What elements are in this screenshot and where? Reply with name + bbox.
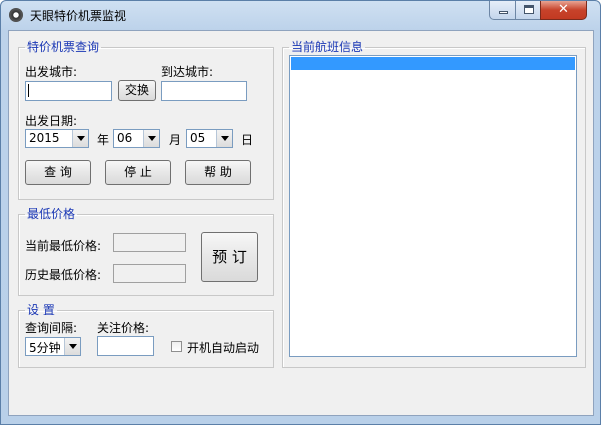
chevron-down-icon[interactable] [143,130,159,147]
minimize-button[interactable] [489,1,516,20]
close-button[interactable]: ✕ [540,1,587,20]
swap-button[interactable]: 交换 [118,80,156,101]
day-unit: 日 [241,133,254,147]
year-value: 2015 [29,131,60,145]
close-icon: ✕ [558,2,569,17]
month-select[interactable]: 06 [113,129,160,148]
client-area: 特价机票查询 出发城市: 到达城市: 交换 出发日期: 2015 年 06 月 … [8,30,594,416]
maximize-button[interactable] [515,1,541,20]
interval-label: 查询间隔: [25,321,78,335]
interval-value: 5分钟 [29,341,61,355]
title-bar[interactable]: 天眼特价机票监视 ✕ [1,1,600,29]
query-button[interactable]: 查 询 [25,160,91,185]
watch-price-input[interactable] [97,336,154,356]
chevron-down-icon[interactable] [64,338,80,355]
autostart-label[interactable]: 开机自动启动 [187,339,259,356]
depart-city-label: 出发城市: [25,65,78,79]
eye-icon [9,8,23,22]
autostart-checkbox[interactable] [171,341,182,352]
history-lowest-field [113,264,186,283]
date-label: 出发日期: [25,114,78,128]
year-select[interactable]: 2015 [25,129,89,148]
depart-city-input[interactable] [25,81,112,101]
stop-button[interactable]: 停 止 [105,160,171,185]
main-window: 天眼特价机票监视 ✕ 特价机票查询 出发城市: 到达城市: 交换 出发日期: 2… [0,0,601,425]
settings-group-title: 设 置 [27,303,55,317]
year-unit: 年 [97,133,110,147]
maximize-icon [524,5,534,14]
window-title: 天眼特价机票监视 [30,9,127,23]
month-unit: 月 [169,133,182,147]
minimize-icon [499,11,508,14]
flight-info-group-title: 当前航班信息 [291,40,364,54]
book-button[interactable]: 预 订 [201,232,258,282]
lowest-price-group-title: 最低价格 [27,207,76,221]
text-caret [28,84,29,97]
history-lowest-label: 历史最低价格: [25,268,102,282]
day-value: 05 [190,131,206,145]
flight-list[interactable] [289,55,577,357]
help-button[interactable]: 帮 助 [185,160,251,185]
selected-list-row[interactable] [291,57,575,70]
arrive-city-input[interactable] [161,81,247,101]
interval-select[interactable]: 5分钟 [25,337,81,356]
query-group-title: 特价机票查询 [27,40,100,54]
chevron-down-icon[interactable] [216,130,232,147]
arrive-city-label: 到达城市: [161,65,214,79]
month-value: 06 [117,131,133,145]
current-lowest-label: 当前最低价格: [25,239,102,253]
chevron-down-icon[interactable] [72,130,88,147]
day-select[interactable]: 05 [186,129,233,148]
watch-price-label: 关注价格: [97,321,150,335]
current-lowest-field [113,233,186,252]
